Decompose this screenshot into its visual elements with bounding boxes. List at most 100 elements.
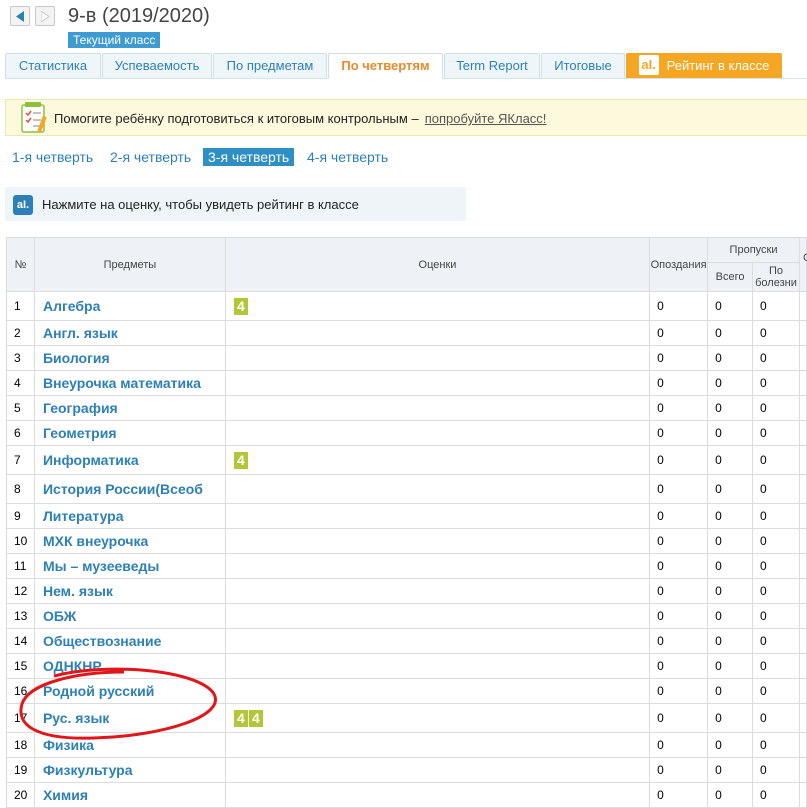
grade-mark[interactable]: 4 xyxy=(233,297,248,315)
tab-by-subjects[interactable]: По предметам xyxy=(213,53,327,78)
absences-total-value: 0 xyxy=(707,291,753,321)
subject-link[interactable]: Физика xyxy=(33,732,226,758)
cutoff-cell xyxy=(798,757,807,783)
subject-link[interactable]: География xyxy=(33,395,226,421)
table-row: 5 География 0 0 0 xyxy=(6,395,807,421)
marks-cell xyxy=(224,757,651,783)
absences-total-value: 0 xyxy=(707,757,753,783)
tab-label: По предметам xyxy=(226,58,314,73)
quarter-4-link[interactable]: 4-я четверть xyxy=(307,148,388,166)
cutoff-cell xyxy=(798,320,807,346)
subject-link[interactable]: Информатика xyxy=(33,445,226,475)
lates-value: 0 xyxy=(649,474,709,504)
promo-link[interactable]: попробуйте ЯКласс! xyxy=(425,111,547,126)
lates-value: 0 xyxy=(649,503,709,529)
lates-value: 0 xyxy=(649,703,709,733)
row-number: 10 xyxy=(6,528,35,554)
grade-mark[interactable]: 4 xyxy=(233,451,248,469)
row-number: 6 xyxy=(6,420,35,446)
class-title: 9-в (2019/2020) xyxy=(68,5,210,27)
forward-button[interactable] xyxy=(35,6,55,26)
row-number: 19 xyxy=(6,757,35,783)
lates-value: 0 xyxy=(649,445,709,475)
row-number: 2 xyxy=(6,320,35,346)
absences-total-value: 0 xyxy=(707,420,753,446)
marks-cell xyxy=(224,578,651,604)
table-row: 3 Биология 0 0 0 xyxy=(6,345,807,371)
marks-cell xyxy=(224,345,651,371)
marks-cell xyxy=(224,732,651,758)
promo-text: Помогите ребёнку подготовиться к итоговы… xyxy=(54,111,546,126)
subject-link[interactable]: Алгебра xyxy=(33,291,226,321)
table-row: 14 Обществознание 0 0 0 xyxy=(6,628,807,654)
marks-cell xyxy=(224,528,651,554)
cutoff-cell xyxy=(798,445,807,475)
marks-cell xyxy=(224,474,651,504)
header-cutoff-label: С xyxy=(803,252,807,264)
absences-total-value: 0 xyxy=(707,653,753,679)
back-button[interactable] xyxy=(10,6,30,26)
absences-sick-value: 0 xyxy=(752,732,800,758)
grade-mark[interactable]: 4 xyxy=(248,709,263,727)
tab-final[interactable]: Итоговые xyxy=(541,53,625,78)
subject-link[interactable]: Биология xyxy=(33,345,226,371)
subject-link[interactable]: Англ. язык xyxy=(33,320,226,346)
row-number: 5 xyxy=(6,395,35,421)
quarter-1-link[interactable]: 1-я четверть xyxy=(12,148,93,166)
subject-link[interactable]: Геометрия xyxy=(33,420,226,446)
quarter-3-link[interactable]: 3-я четверть xyxy=(203,148,295,166)
subject-link[interactable]: Родной русский xyxy=(33,678,226,704)
row-number: 12 xyxy=(6,578,35,604)
absences-sick-value: 0 xyxy=(752,553,800,579)
subject-link[interactable]: Литература xyxy=(33,503,226,529)
quarter-2-link[interactable]: 2-я четверть xyxy=(110,148,191,166)
cutoff-cell xyxy=(798,703,807,733)
tab-label: По четвертям xyxy=(341,58,430,73)
cutoff-cell xyxy=(798,291,807,321)
grade-mark[interactable]: 4 xyxy=(233,709,248,727)
absences-sick-value: 0 xyxy=(752,445,800,475)
subject-link[interactable]: Обществознание xyxy=(33,628,226,654)
yaklass-logo-icon: aI. xyxy=(638,55,659,76)
absences-total-value: 0 xyxy=(707,345,753,371)
absences-sick-value: 0 xyxy=(752,474,800,504)
subject-link[interactable]: Нем. язык xyxy=(33,578,226,604)
lates-value: 0 xyxy=(649,553,709,579)
lates-value: 0 xyxy=(649,757,709,783)
row-number: 4 xyxy=(6,370,35,396)
tab-statistics[interactable]: Статистика xyxy=(5,53,101,78)
table-row: 13 ОБЖ 0 0 0 xyxy=(6,603,807,629)
cutoff-cell xyxy=(798,420,807,446)
tab-by-quarters[interactable]: По четвертям xyxy=(328,53,443,79)
absences-sick-value: 0 xyxy=(752,345,800,371)
tab-class-rating[interactable]: aI. Рейтинг в классе xyxy=(626,53,782,78)
lates-value: 0 xyxy=(649,653,709,679)
subject-link[interactable]: ОБЖ xyxy=(33,603,226,629)
subject-link[interactable]: История России(Всеоб xyxy=(33,474,226,504)
tab-performance[interactable]: Успеваемость xyxy=(102,53,212,78)
header-absences-sick: По болезни xyxy=(752,262,800,292)
lates-value: 0 xyxy=(649,291,709,321)
header-cutoff xyxy=(798,237,807,292)
subject-link[interactable]: Химия xyxy=(33,782,226,808)
row-number: 16 xyxy=(6,678,35,704)
row-number: 18 xyxy=(6,732,35,758)
tab-term-report[interactable]: Term Report xyxy=(444,53,540,78)
table-row: 11 Мы – музееведы 0 0 0 xyxy=(6,553,807,579)
table-row: 8 История России(Всеоб 0 0 0 xyxy=(6,474,807,504)
tab-label: Успеваемость xyxy=(114,58,200,73)
subject-link[interactable]: Физкультура xyxy=(33,757,226,783)
subject-link[interactable]: МХК внеурочка xyxy=(33,528,226,554)
absences-total-value: 0 xyxy=(707,474,753,504)
subject-link[interactable]: Рус. язык xyxy=(33,703,226,733)
subject-link[interactable]: ОДНКНР xyxy=(33,653,226,679)
cutoff-cell xyxy=(798,474,807,504)
absences-sick-value: 0 xyxy=(752,370,800,396)
subject-link[interactable]: Внеурочка математика xyxy=(33,370,226,396)
subject-link[interactable]: Мы – музееведы xyxy=(33,553,226,579)
cutoff-cell xyxy=(798,395,807,421)
absences-sick-value: 0 xyxy=(752,578,800,604)
arrow-left-icon xyxy=(16,11,24,22)
absences-total-value: 0 xyxy=(707,320,753,346)
absences-total-value: 0 xyxy=(707,445,753,475)
